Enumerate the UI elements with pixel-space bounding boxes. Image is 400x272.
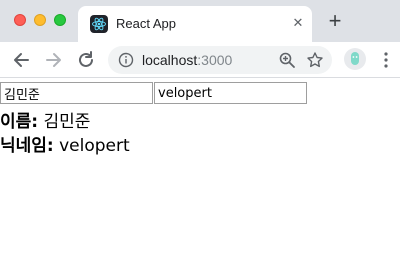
name-display: 이름: 김민준 [0, 107, 90, 132]
zoom-icon[interactable] [278, 51, 296, 69]
more-menu-icon[interactable] [378, 51, 394, 69]
name-input[interactable] [0, 82, 153, 104]
tab-strip: React App ✕ + [0, 0, 400, 42]
address-bar[interactable]: localhost:3000 [108, 46, 332, 74]
back-arrow-icon[interactable] [10, 49, 32, 71]
window-maximize-button[interactable] [54, 14, 66, 26]
url-text: localhost:3000 [142, 52, 233, 68]
name-label: 이름: [0, 112, 39, 132]
nickname-input[interactable] [154, 82, 307, 104]
extension-icon[interactable] [344, 48, 366, 70]
bookmark-star-icon[interactable] [306, 51, 324, 69]
nickname-value: velopert [59, 136, 130, 156]
window-minimize-button[interactable] [34, 14, 46, 26]
reload-icon[interactable] [75, 49, 97, 71]
browser-tab-active[interactable]: React App ✕ [78, 6, 312, 42]
forward-arrow-icon[interactable] [43, 49, 65, 71]
name-value: 김민준 [43, 112, 91, 132]
browser-toolbar: localhost:3000 [0, 42, 400, 78]
nickname-display: 닉네임: velopert [0, 131, 130, 156]
close-tab-icon[interactable]: ✕ [290, 15, 306, 31]
tab-title: React App [116, 16, 176, 31]
window-close-button[interactable] [14, 14, 26, 26]
info-icon[interactable] [118, 52, 134, 68]
nickname-label: 닉네임: [0, 136, 54, 156]
react-logo-icon [90, 15, 108, 33]
new-tab-icon[interactable]: + [326, 10, 344, 32]
page-content: 이름: 김민준 닉네임: velopert [0, 79, 400, 272]
